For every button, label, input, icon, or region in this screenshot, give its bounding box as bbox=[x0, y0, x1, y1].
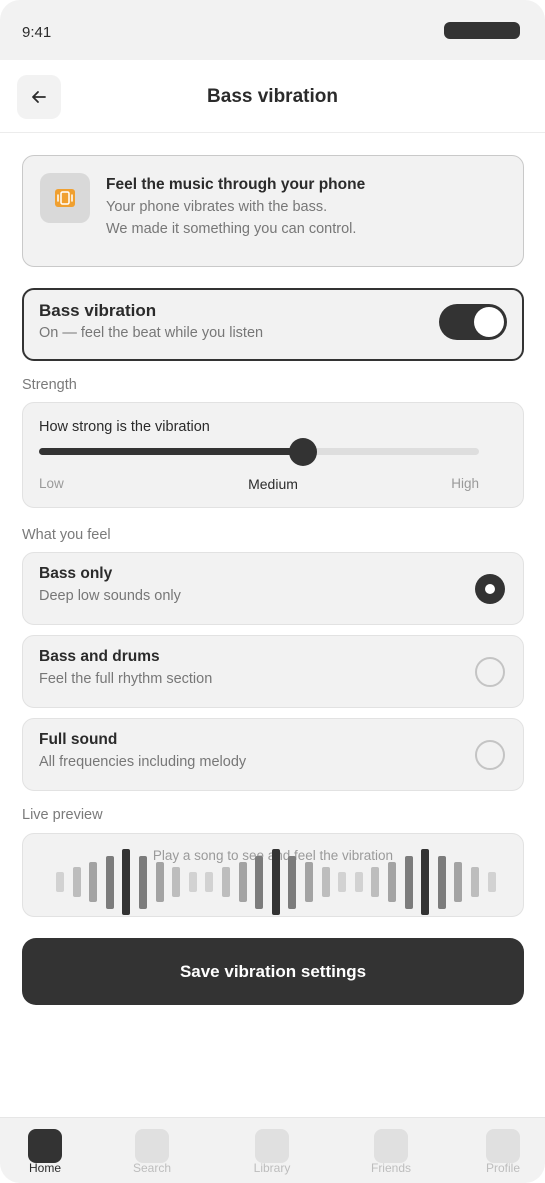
option-full-sound[interactable]: Full sound All frequencies including mel… bbox=[22, 718, 524, 791]
waveform-bar bbox=[156, 862, 164, 902]
waveform-bar bbox=[454, 862, 462, 902]
toggle-title: Bass vibration bbox=[39, 301, 157, 320]
library-icon bbox=[255, 1129, 289, 1163]
waveform-bar bbox=[438, 856, 446, 909]
feel-section-label: What you feel bbox=[22, 527, 111, 543]
tab-label: Profile bbox=[485, 1161, 520, 1175]
header: Bass vibration bbox=[0, 60, 545, 133]
waveform-bar bbox=[139, 856, 147, 909]
tab-label: Library bbox=[253, 1161, 291, 1175]
option-subtitle: Feel the full rhythm section bbox=[39, 671, 213, 687]
info-card: Feel the music through your phone Your p… bbox=[22, 155, 524, 267]
search-icon bbox=[135, 1129, 169, 1163]
live-preview-card: Play a song to see and feel the vibratio… bbox=[22, 833, 524, 917]
waveform-bar bbox=[73, 867, 81, 897]
waveform-bar bbox=[272, 849, 280, 915]
waveform-bar bbox=[288, 856, 296, 909]
radio-button[interactable] bbox=[475, 657, 505, 687]
slider-current-label: Medium bbox=[248, 476, 298, 492]
waveform-bar bbox=[172, 867, 180, 897]
waveform-bar bbox=[388, 862, 396, 902]
tab-search[interactable]: Search bbox=[107, 1118, 197, 1183]
toggle-subtitle: On — feel the beat while you listen bbox=[39, 325, 264, 341]
save-button[interactable]: Save vibration settings bbox=[22, 938, 524, 1005]
tab-label: Search bbox=[132, 1161, 172, 1175]
info-line-2: We made it something you can control. bbox=[106, 221, 357, 237]
phone-vibrate-icon bbox=[55, 189, 75, 207]
waveform-bar bbox=[56, 872, 64, 892]
waveform-bar bbox=[255, 856, 263, 909]
slider-high-label: High bbox=[451, 476, 479, 491]
tab-home[interactable]: Home bbox=[0, 1118, 90, 1183]
info-line-1: Your phone vibrates with the bass. bbox=[106, 199, 328, 215]
option-subtitle: Deep low sounds only bbox=[39, 588, 181, 604]
phone-vibrate-icon-tile bbox=[40, 173, 90, 223]
option-title: Full sound bbox=[39, 731, 118, 748]
tab-bar: Home Search Library Friends Profile bbox=[0, 1117, 545, 1183]
friends-icon bbox=[374, 1129, 408, 1163]
tab-friends[interactable]: Friends bbox=[346, 1118, 436, 1183]
bass-vibration-toggle-card[interactable]: Bass vibration On — feel the beat while … bbox=[22, 288, 524, 361]
status-time: 9:41 bbox=[22, 24, 52, 41]
option-subtitle: All frequencies including melody bbox=[39, 754, 247, 770]
slider-fill bbox=[39, 448, 303, 455]
waveform-bar bbox=[189, 872, 197, 892]
waveform-bar bbox=[405, 856, 413, 909]
waveform-bar bbox=[89, 862, 97, 902]
home-icon bbox=[28, 1129, 62, 1163]
waveform-bar bbox=[338, 872, 346, 892]
option-title: Bass only bbox=[39, 565, 113, 582]
waveform-bar bbox=[421, 849, 429, 915]
tab-profile[interactable]: Profile bbox=[458, 1118, 545, 1183]
tab-label: Home bbox=[28, 1161, 61, 1175]
page-title: Bass vibration bbox=[207, 86, 338, 107]
waveform-bar bbox=[488, 872, 496, 892]
option-bass-and-drums[interactable]: Bass and drums Feel the full rhythm sect… bbox=[22, 635, 524, 708]
strength-slider[interactable] bbox=[39, 438, 479, 466]
strength-section-label: Strength bbox=[22, 377, 77, 393]
waveform-bar bbox=[322, 867, 330, 897]
radio-button[interactable] bbox=[475, 740, 505, 770]
switch-knob bbox=[474, 307, 504, 337]
preview-section-label: Live preview bbox=[22, 807, 103, 823]
radio-button[interactable] bbox=[475, 574, 505, 604]
tab-library[interactable]: Library bbox=[227, 1118, 317, 1183]
option-title: Bass and drums bbox=[39, 648, 160, 665]
tab-label: Friends bbox=[370, 1161, 411, 1175]
waveform-bar bbox=[122, 849, 130, 915]
waveform-bar bbox=[305, 862, 313, 902]
waveform-bar bbox=[355, 872, 363, 892]
waveform-bar bbox=[471, 867, 479, 897]
slider-thumb[interactable] bbox=[289, 438, 317, 466]
strength-question: How strong is the vibration bbox=[39, 419, 210, 435]
status-bar: 9:41 bbox=[0, 0, 545, 60]
waveform-bar bbox=[106, 856, 114, 909]
waveform bbox=[23, 834, 523, 916]
waveform-bar bbox=[371, 867, 379, 897]
status-indicator bbox=[444, 22, 520, 39]
waveform-bar bbox=[222, 867, 230, 897]
strength-card: How strong is the vibration Low Medium H… bbox=[22, 402, 524, 508]
profile-icon bbox=[486, 1129, 520, 1163]
waveform-bar bbox=[205, 872, 213, 892]
option-bass-only[interactable]: Bass only Deep low sounds only bbox=[22, 552, 524, 625]
bass-vibration-switch[interactable] bbox=[439, 304, 507, 340]
info-title: Feel the music through your phone bbox=[106, 176, 366, 193]
waveform-bar bbox=[239, 862, 247, 902]
